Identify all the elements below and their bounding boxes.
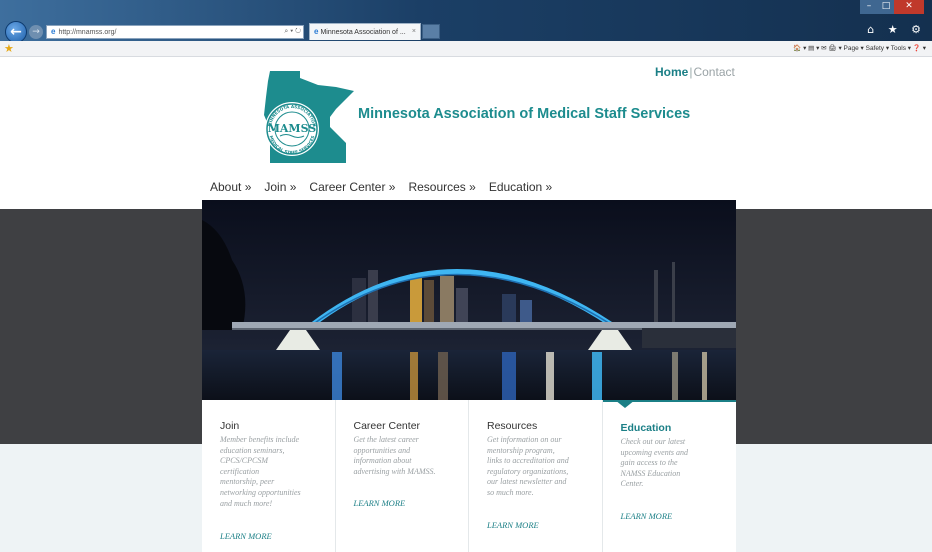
card-description: Get information on our mentorship progra… bbox=[487, 435, 569, 497]
logo-abbr: MAMSS bbox=[268, 122, 317, 135]
address-tools[interactable]: ⌕ ▾ ↻ bbox=[284, 26, 301, 38]
command-bar: ★ 🏠 ▾ ▤ ▾ ✉ 🖨 ▾ Page ▾ Safety ▾ Tools ▾ … bbox=[0, 41, 932, 57]
ie-logo-icon: e bbox=[51, 27, 56, 36]
address-url: http://mnamss.org/ bbox=[58, 29, 117, 36]
window-controls: – □ ✕ bbox=[860, 0, 924, 14]
feature-cards: Join Member benefits include education s… bbox=[202, 400, 736, 552]
website: Home|Contact MINNESOTA ASSOCIATION MEDIC… bbox=[0, 57, 932, 552]
top-links-separator: | bbox=[689, 65, 693, 79]
home-favorites-settings-icons[interactable]: ⌂ ★ ⚙ bbox=[867, 23, 926, 36]
browser-tab[interactable]: e Minnesota Association of ... × bbox=[309, 23, 421, 40]
command-bar-items[interactable]: 🏠 ▾ ▤ ▾ ✉ 🖨 ▾ Page ▾ Safety ▾ Tools ▾ ❓ … bbox=[793, 41, 926, 57]
back-arrow-icon[interactable]: ← bbox=[5, 21, 27, 43]
card-title: Join bbox=[220, 420, 240, 432]
card-description: Member benefits include education semina… bbox=[220, 435, 301, 508]
tab-favicon-icon: e bbox=[314, 27, 319, 36]
minimize-button[interactable]: – bbox=[860, 0, 878, 14]
home-link[interactable]: Home bbox=[655, 65, 688, 79]
site-title: Minnesota Association of Medical Staff S… bbox=[358, 106, 691, 122]
nav-item-about[interactable]: About » bbox=[210, 180, 251, 194]
tab-title: Minnesota Association of ... bbox=[320, 29, 406, 36]
new-tab-button[interactable] bbox=[422, 24, 440, 39]
tab-close-icon[interactable]: × bbox=[412, 24, 416, 39]
browser-titlebar: ← → e http://mnamss.org/ ⌕ ▾ ↻ e Minnesota… bbox=[0, 0, 932, 43]
forward-arrow-icon[interactable]: → bbox=[29, 25, 43, 39]
nav-item-education[interactable]: Education » bbox=[489, 180, 552, 194]
learn-more-link[interactable]: LEARN MORE bbox=[487, 520, 539, 530]
mamss-logo[interactable]: MINNESOTA ASSOCIATION MEDICAL STAFF SERV… bbox=[256, 69, 358, 165]
card-title: Career Center bbox=[353, 420, 421, 432]
contact-link[interactable]: Contact bbox=[693, 65, 734, 79]
card-education: Education Check out our latest upcoming … bbox=[602, 400, 736, 552]
learn-more-link[interactable]: LEARN MORE bbox=[220, 531, 272, 541]
nav-item-resources[interactable]: Resources » bbox=[408, 180, 475, 194]
card-career-center: Career Center Get the latest career oppo… bbox=[336, 400, 469, 552]
card-title: Education bbox=[620, 422, 672, 434]
favorites-star-icon[interactable]: ★ bbox=[4, 42, 14, 55]
nav-item-career-center[interactable]: Career Center » bbox=[309, 180, 395, 194]
active-card-pointer bbox=[614, 400, 635, 408]
main-nav: About » Join » Career Center » Resources… bbox=[210, 180, 565, 194]
top-links: Home|Contact bbox=[655, 65, 735, 79]
close-window-button[interactable]: ✕ bbox=[894, 0, 924, 14]
learn-more-link[interactable]: LEARN MORE bbox=[621, 511, 673, 521]
nav-item-join[interactable]: Join » bbox=[264, 180, 296, 194]
hero-image bbox=[202, 200, 736, 400]
learn-more-link[interactable]: LEARN MORE bbox=[354, 498, 406, 508]
maximize-button[interactable]: □ bbox=[878, 0, 894, 14]
browser-window: ← → e http://mnamss.org/ ⌕ ▾ ↻ e Minnesota… bbox=[0, 0, 932, 552]
address-bar[interactable]: e http://mnamss.org/ ⌕ ▾ ↻ bbox=[46, 25, 304, 39]
card-description: Check out our latest upcoming events and… bbox=[620, 437, 689, 489]
card-resources: Resources Get information on our mentors… bbox=[469, 400, 603, 552]
card-description: Get the latest career opportunities and … bbox=[353, 435, 436, 476]
card-title: Resources bbox=[487, 420, 538, 432]
card-join: Join Member benefits include education s… bbox=[202, 400, 336, 552]
